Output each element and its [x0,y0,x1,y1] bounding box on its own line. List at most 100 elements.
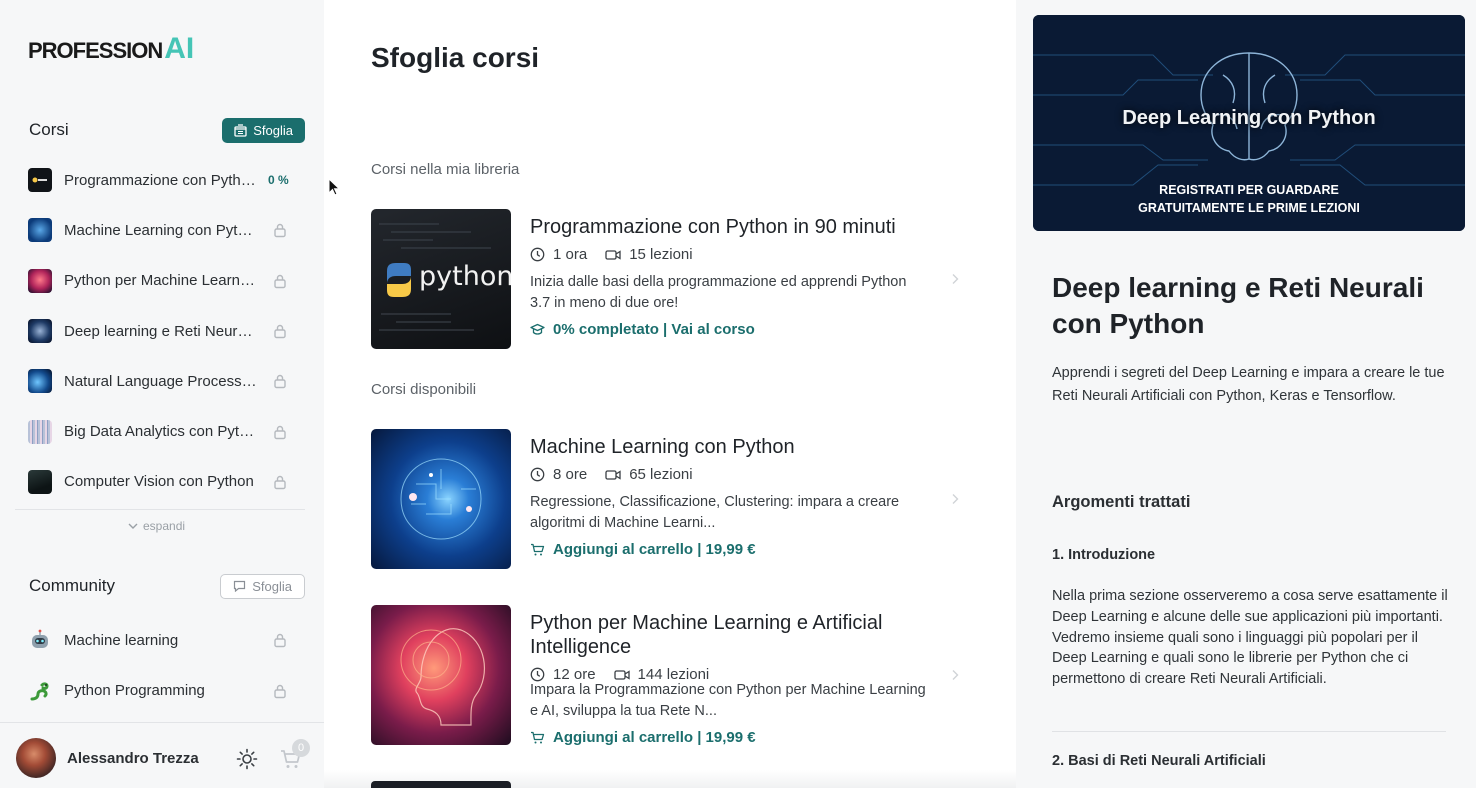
expand-courses-button[interactable]: espandi [128,519,185,533]
expand-label: espandi [143,519,186,533]
robot-icon [32,629,48,649]
sidebar-course-label: Big Data Analytics con Python [64,423,258,441]
cart-icon [531,731,545,743]
courses-header: Corsi Sfoglia [29,117,305,143]
clock-icon [530,247,545,262]
video-icon [613,669,630,680]
course-description: Impara la Programmazione con Python per … [530,682,926,719]
course-meta: 8 ore 65 lezioni [530,466,693,483]
sidebar-course-python-90[interactable]: Programmazione con Python in 90 minuti 0… [28,155,298,205]
lock-icon [274,425,286,439]
sidebar-divider [15,509,305,510]
profession-ai-logo[interactable]: PROFESSIONAI [28,32,194,66]
course-lessons: 15 lezioni [629,246,693,263]
community-list: Machine learning Python Programming [28,615,298,716]
sidebar-course-label: Computer Vision con Python [64,473,254,491]
library-heading: Corsi nella mia libreria [371,161,520,178]
course-image [371,429,511,569]
community-title: Community [29,576,115,595]
community-label: Machine learning [64,631,179,649]
graduation-cap-icon [530,323,545,335]
lock-icon [274,684,286,698]
clock-icon [530,467,545,482]
community-python-programming[interactable]: Python Programming [28,666,298,717]
community-header: Community Sfoglia [29,573,305,599]
course-detail-panel: Deep Learning con Python REGISTRATI PER … [1016,0,1476,788]
chevron-right-icon [952,494,959,504]
avatar[interactable] [16,738,56,778]
lock-icon [274,274,286,288]
section-divider [1052,731,1446,732]
theme-toggle-sun-icon[interactable] [236,748,258,770]
user-name[interactable]: Alessandro Trezza [67,750,199,767]
course-card-python-ml-ai[interactable]: Python per Machine Learning e Artificial… [371,605,971,746]
course-meta: 1 ora 15 lezioni [530,246,693,263]
next-course-image-peek [371,781,511,788]
browse-courses-button[interactable]: Sfoglia [222,117,305,143]
cart-icon [531,543,545,555]
cart-count-badge: 0 [292,739,310,757]
catalog-icon [234,123,247,137]
section-2-heading: 2. Basi di Reti Neurali Artificiali [1052,753,1266,769]
chevron-right-icon [952,274,959,284]
chevron-down-icon [128,523,138,529]
course-thumbnail [28,469,52,494]
course-thumbnail [28,168,52,193]
progress-percent: 0 % [268,173,289,188]
main-content: Sfoglia corsi Corsi nella mia libreria p… [324,0,1016,788]
course-description: Regressione, Classificazione, Clustering… [530,494,900,531]
sidebar-course-label: Machine Learning con Python [64,221,258,239]
banner-subtitle-line-1: REGISTRATI PER GUARDARE [1159,183,1339,197]
go-to-course-link[interactable]: 0% completato | Vai al corso [530,321,755,338]
sidebar-course-label: Deep learning e Reti Neurali con Python [64,322,258,340]
sidebar-course-deep-learning[interactable]: Deep learning e Reti Neurali con Python [28,306,298,356]
video-icon [605,249,621,260]
add-to-cart-label: Aggiungi al carrello | 19,99 € [553,729,756,746]
sidebar-course-python-ml-ai[interactable]: Python per Machine Learning e Artificial… [28,256,298,306]
chevron-right-icon [952,670,959,680]
sidebar-course-big-data[interactable]: Big Data Analytics con Python [28,406,298,456]
sidebar: PROFESSIONAI Corsi Sfoglia Programmazion… [0,0,324,788]
available-heading: Corsi disponibili [371,381,477,398]
section-1-heading: 1. Introduzione [1052,547,1156,563]
course-image: python [371,209,511,349]
course-thumbnail [28,218,52,243]
browse-courses-label: Sfoglia [253,122,293,138]
chat-icon [234,580,246,592]
add-to-cart-link[interactable]: Aggiungi al carrello | 19,99 € [530,541,756,558]
brain-circuit-illustration [400,458,482,540]
course-thumbnail [28,369,52,394]
add-to-cart-link[interactable]: Aggiungi al carrello | 19,99 € [530,729,756,746]
user-bar: Alessandro Trezza 0 [0,722,324,788]
logo-text: PROFESSION [28,38,163,63]
sidebar-course-label: Natural Language Processing con Python [64,372,258,390]
sidebar-course-nlp[interactable]: Natural Language Processing con Python [28,356,298,406]
sidebar-course-machine-learning[interactable]: Machine Learning con Python [28,205,298,255]
sidebar-course-label: Python per Machine Learning e Artificial… [64,272,258,290]
course-list: Programmazione con Python in 90 minuti 0… [28,155,298,507]
course-card-python-90[interactable]: python Programmazione con Python in 90 m… [371,209,971,349]
course-description: Inizia dalle basi della programmazione e… [530,274,907,311]
python-snake-icon [30,682,49,701]
community-machine-learning[interactable]: Machine learning [28,615,298,666]
page-title: Sfoglia corsi [371,42,540,73]
video-icon [605,469,621,480]
sidebar-course-computer-vision[interactable]: Computer Vision con Python [28,457,298,507]
logo-ai: AI [164,32,195,65]
lock-icon [274,324,286,339]
lock-icon [274,224,286,238]
banner-title: Deep Learning con Python [1122,107,1376,129]
banner-subtitle: REGISTRATI PER GUARDARE GRATUITAMENTE LE… [1033,181,1465,217]
course-image [371,605,511,745]
course-title: Machine Learning con Python [530,436,795,458]
course-progress-cta: 0% completato | Vai al corso [553,321,755,338]
browse-community-button[interactable]: Sfoglia [220,573,305,599]
section-1-body: Nella prima sezione osserveremo a cosa s… [1052,588,1448,688]
add-to-cart-label: Aggiungi al carrello | 19,99 € [553,541,756,558]
course-thumbnail [28,268,52,293]
course-banner[interactable]: Deep Learning con Python REGISTRATI PER … [1033,15,1465,231]
course-card-machine-learning[interactable]: Machine Learning con Python 8 ore 65 lez… [371,429,971,569]
course-thumbnail [28,419,52,444]
course-lessons: 65 lezioni [629,466,693,483]
course-detail-title: Deep learning e Reti Neurali con Python [1052,272,1424,339]
